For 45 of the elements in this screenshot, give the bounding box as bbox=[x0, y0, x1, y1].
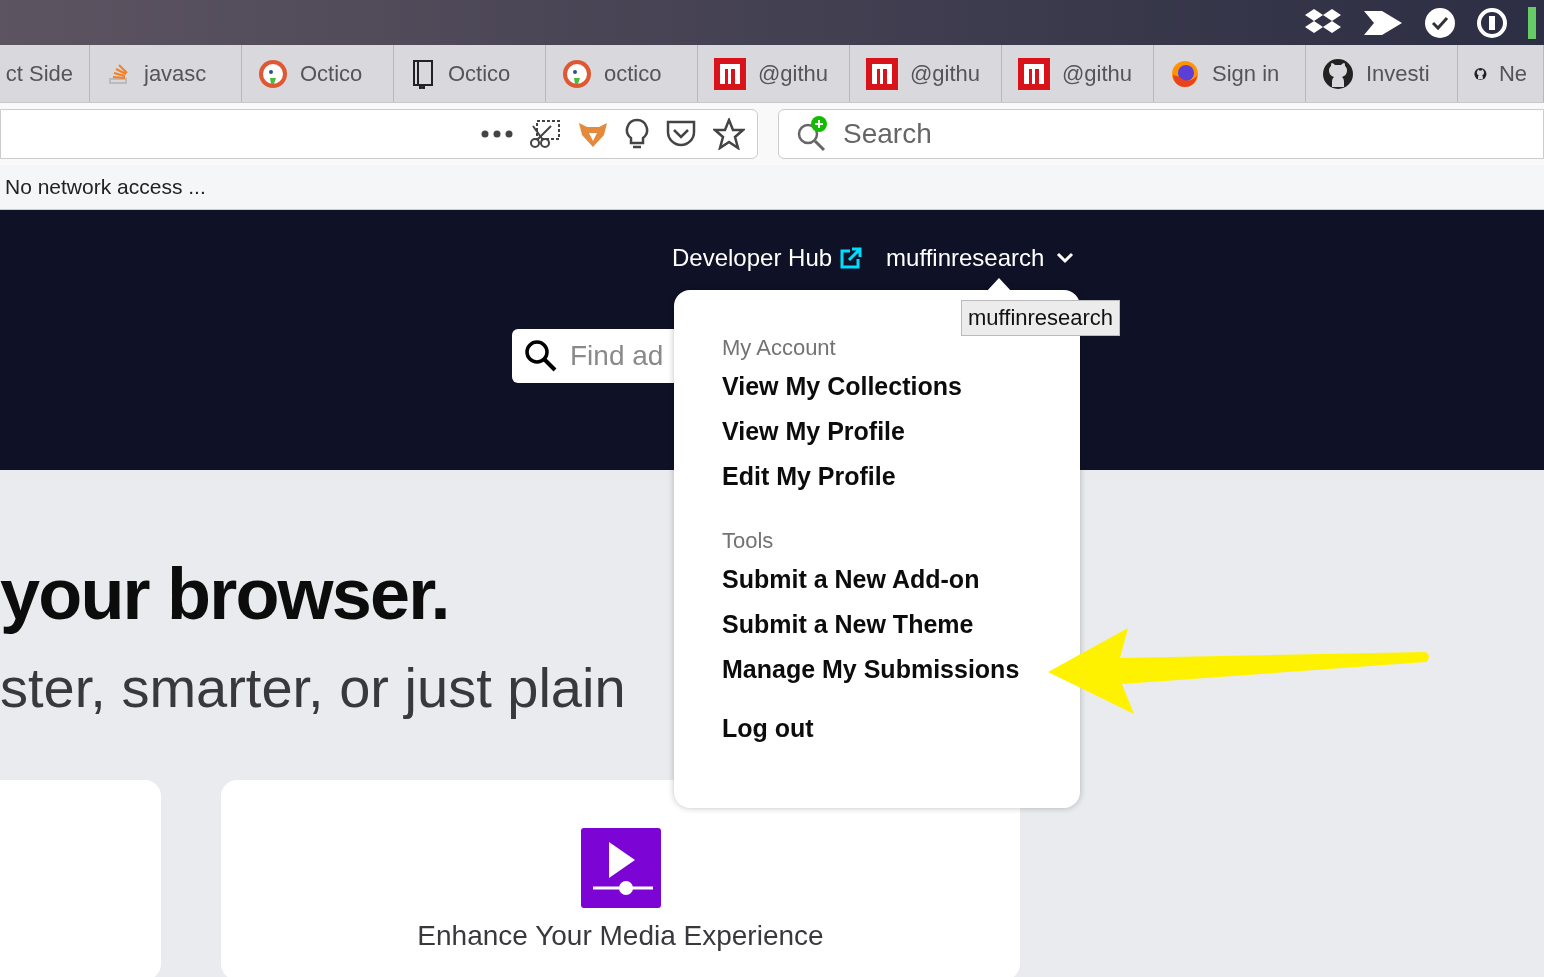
menu-item[interactable]: Log out bbox=[722, 706, 814, 751]
browser-tab[interactable]: Sign in bbox=[1154, 45, 1306, 102]
addon-search-field[interactable]: Find ad bbox=[570, 335, 680, 377]
scissors-icon[interactable] bbox=[529, 119, 561, 149]
menu-item[interactable]: Manage My Submissions bbox=[722, 647, 1020, 692]
browser-tab[interactable]: octico bbox=[546, 45, 698, 102]
browser-tab[interactable]: Octico bbox=[394, 45, 546, 102]
card-title: Enhance Your Media Experience bbox=[417, 922, 824, 950]
duck-icon bbox=[562, 58, 592, 89]
check-icon[interactable] bbox=[1424, 6, 1456, 39]
browser-tab[interactable]: Octico bbox=[242, 45, 394, 102]
firefox-icon bbox=[1170, 58, 1200, 89]
external-link-icon bbox=[840, 247, 863, 269]
more-icon[interactable] bbox=[481, 130, 513, 138]
browser-tab[interactable]: Investi bbox=[1306, 45, 1458, 102]
browser-tab[interactable]: @githu bbox=[698, 45, 850, 102]
developer-hub-link[interactable]: Developer Hub bbox=[672, 240, 863, 276]
browser-tab[interactable]: @githu bbox=[850, 45, 1002, 102]
book-icon bbox=[410, 58, 436, 89]
video-player-icon bbox=[580, 828, 661, 908]
user-menu-button[interactable]: muffinresearch bbox=[886, 240, 1075, 276]
menu-heading: My Account bbox=[722, 334, 836, 362]
menu-item[interactable]: Edit My Profile bbox=[722, 454, 896, 499]
arrow-icon[interactable] bbox=[1362, 8, 1404, 37]
menu-heading: Tools bbox=[722, 527, 774, 555]
search-icon bbox=[524, 339, 558, 373]
menu-item[interactable]: View My Collections bbox=[722, 364, 962, 409]
browser-tab[interactable]: javasc bbox=[90, 45, 242, 102]
menu-item[interactable]: View My Profile bbox=[722, 409, 905, 454]
menu-item[interactable]: Submit a New Add-on bbox=[722, 557, 980, 602]
pocket-icon[interactable] bbox=[665, 119, 697, 149]
github-icon bbox=[1322, 57, 1354, 90]
lightbulb-icon[interactable] bbox=[625, 118, 649, 150]
star-icon[interactable] bbox=[713, 118, 745, 150]
bars-icon[interactable] bbox=[1528, 6, 1536, 39]
url-bar[interactable] bbox=[0, 109, 758, 159]
search-box[interactable]: Search bbox=[778, 109, 1544, 159]
browser-tab[interactable]: ct Side bbox=[0, 45, 90, 102]
chevron-down-icon bbox=[1056, 252, 1075, 264]
status-text: No network access ... bbox=[5, 174, 206, 201]
browser-tab[interactable]: Ne bbox=[1458, 45, 1544, 102]
menu-item[interactable]: Submit a New Theme bbox=[722, 602, 974, 647]
duck-icon bbox=[258, 58, 288, 89]
tooltip: muffinresearch bbox=[961, 300, 1121, 336]
browser-tab[interactable]: @githu bbox=[1002, 45, 1154, 102]
